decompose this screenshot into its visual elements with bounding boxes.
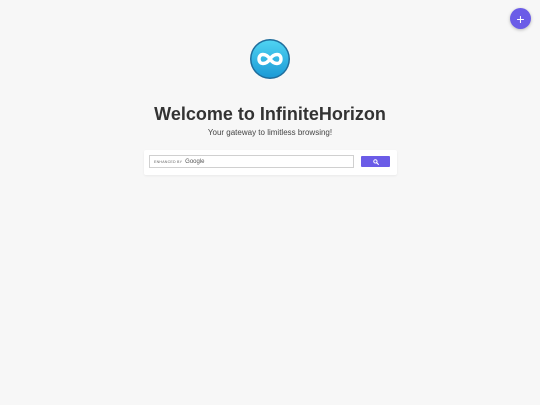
- search-box: ENHANCED BY Google: [144, 150, 397, 175]
- search-icon: [372, 158, 379, 165]
- add-button[interactable]: +: [510, 8, 531, 29]
- plus-icon: +: [516, 10, 525, 27]
- enhanced-by-label: ENHANCED BY: [154, 159, 183, 164]
- search-button[interactable]: [361, 156, 390, 167]
- page-subtitle: Your gateway to limitless browsing!: [207, 128, 333, 137]
- page-title: Welcome to InfiniteHorizon: [154, 104, 386, 124]
- infinity-logo-icon: [250, 39, 290, 79]
- search-input[interactable]: ENHANCED BY Google: [149, 155, 354, 168]
- page: + Welcome to InfiniteHorizon Your gatewa…: [0, 0, 540, 405]
- google-brand-label: Google: [185, 158, 205, 165]
